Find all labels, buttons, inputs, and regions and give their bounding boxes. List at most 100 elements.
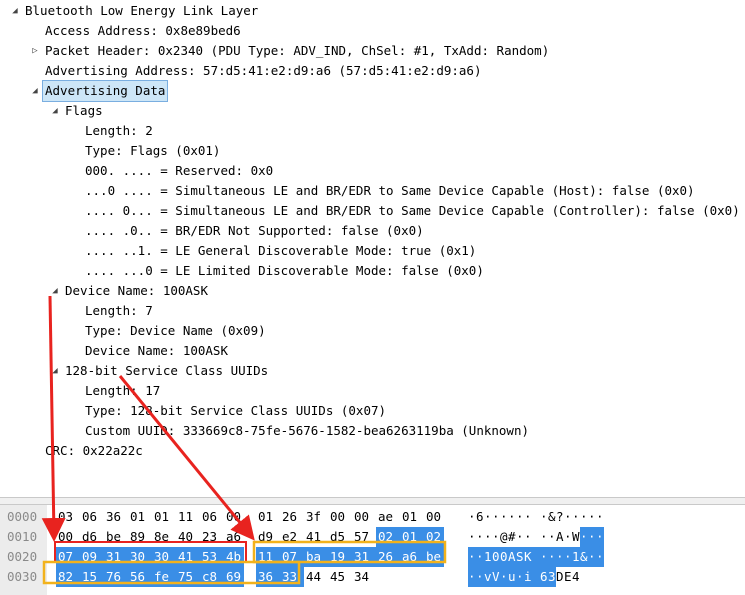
tree-row[interactable]: ◢ Device Name: 100ASK bbox=[0, 281, 745, 301]
hex-byte[interactable]: 4b bbox=[224, 547, 244, 567]
hex-byte[interactable]: 07 bbox=[280, 547, 304, 567]
ascii-char[interactable]: v bbox=[484, 567, 492, 587]
ascii-char[interactable]: 3 bbox=[548, 567, 556, 587]
hex-byte[interactable]: 11 bbox=[178, 507, 194, 527]
tree-row[interactable]: ◢ Flags bbox=[0, 101, 745, 121]
hex-byte[interactable]: 06 bbox=[202, 507, 218, 527]
expanded-toggle-icon[interactable]: ◢ bbox=[49, 101, 61, 121]
ascii-char[interactable]: 1 bbox=[572, 547, 580, 567]
ascii-char[interactable]: · bbox=[580, 507, 588, 527]
ascii-char[interactable]: · bbox=[596, 507, 604, 527]
hex-byte[interactable]: 23 bbox=[202, 527, 218, 547]
ascii-char[interactable]: E bbox=[564, 567, 572, 587]
ascii-char[interactable]: 6 bbox=[476, 507, 484, 527]
expanded-toggle-icon[interactable]: ◢ bbox=[49, 281, 61, 301]
ascii-char[interactable]: · bbox=[588, 547, 596, 567]
tree-row[interactable]: Length: 17 bbox=[0, 381, 745, 401]
tree-row[interactable]: Length: 2 bbox=[0, 121, 745, 141]
hex-byte[interactable]: be bbox=[106, 527, 122, 547]
hex-byte[interactable]: 41 bbox=[306, 527, 322, 547]
ascii-char[interactable]: · bbox=[548, 547, 556, 567]
ascii-char[interactable]: · bbox=[468, 547, 476, 567]
ascii-char[interactable]: · bbox=[596, 527, 604, 547]
hex-byte[interactable]: a6 bbox=[400, 547, 424, 567]
ascii-char[interactable]: · bbox=[500, 507, 508, 527]
tree-row[interactable]: Advertising Address: 57:d5:41:e2:d9:a6 (… bbox=[0, 61, 745, 81]
tree-row[interactable]: Type: Device Name (0x09) bbox=[0, 321, 745, 341]
tree-row[interactable]: .... .0.. = BR/EDR Not Supported: false … bbox=[0, 221, 745, 241]
tree-row[interactable]: .... ..1. = LE General Discoverable Mode… bbox=[0, 241, 745, 261]
ascii-char[interactable]: · bbox=[500, 567, 508, 587]
ascii-char[interactable]: · bbox=[476, 567, 484, 587]
ascii-char[interactable]: · bbox=[524, 507, 532, 527]
ascii-char[interactable]: · bbox=[548, 527, 556, 547]
hex-byte[interactable]: 30 bbox=[152, 547, 176, 567]
expanded-toggle-icon[interactable]: ◢ bbox=[9, 1, 21, 21]
hex-byte[interactable]: 82 bbox=[56, 567, 80, 587]
ascii-char[interactable]: 0 bbox=[492, 547, 500, 567]
hex-byte[interactable]: 03 bbox=[58, 507, 74, 527]
tree-row[interactable]: ▷ Packet Header: 0x2340 (PDU Type: ADV_IN… bbox=[0, 41, 745, 61]
ascii-char[interactable]: & bbox=[548, 507, 556, 527]
hex-byte[interactable]: ba bbox=[304, 547, 328, 567]
ascii-char[interactable]: · bbox=[556, 547, 564, 567]
hex-byte[interactable]: 69 bbox=[224, 567, 244, 587]
ascii-char[interactable]: A bbox=[556, 527, 564, 547]
packet-bytes-pane[interactable]: 0000 03 06 36 01 01 11 06 00 01 26 3f 00 00 ae 01 00 · 6 · ·… bbox=[0, 505, 745, 595]
ascii-char[interactable]: · bbox=[468, 507, 476, 527]
hex-byte[interactable]: 11 bbox=[256, 547, 280, 567]
hex-byte[interactable]: 31 bbox=[352, 547, 376, 567]
tree-row[interactable]: Type: Flags (0x01) bbox=[0, 141, 745, 161]
hex-byte[interactable]: 19 bbox=[328, 547, 352, 567]
hex-byte[interactable]: 00 bbox=[226, 507, 242, 527]
ascii-char[interactable]: @ bbox=[500, 527, 508, 547]
hex-byte[interactable]: 00 bbox=[330, 507, 346, 527]
hex-byte[interactable]: 36 bbox=[106, 507, 122, 527]
hex-byte[interactable]: e2 bbox=[282, 527, 298, 547]
ascii-char[interactable]: · bbox=[484, 527, 492, 547]
ascii-char[interactable]: 0 bbox=[500, 547, 508, 567]
hex-byte[interactable]: 8e bbox=[154, 527, 170, 547]
ascii-char[interactable]: V bbox=[492, 567, 500, 587]
hex-byte[interactable]: d9 bbox=[258, 527, 274, 547]
tree-row[interactable]: .... 0... = Simultaneous LE and BR/EDR t… bbox=[0, 201, 745, 221]
hex-byte[interactable]: 33 bbox=[280, 567, 304, 587]
tree-row[interactable]: ◢ Advertising Data bbox=[0, 80, 745, 102]
collapsed-toggle-icon[interactable]: ▷ bbox=[29, 41, 41, 61]
tree-row[interactable]: Access Address: 0x8e89bed6 bbox=[0, 21, 745, 41]
hex-byte[interactable]: 01 bbox=[258, 507, 274, 527]
hex-byte[interactable]: 01 bbox=[402, 507, 418, 527]
ascii-char[interactable]: · bbox=[540, 527, 548, 547]
ascii-char[interactable]: · bbox=[516, 527, 524, 547]
hex-byte[interactable]: 02 bbox=[376, 527, 400, 547]
hex-byte[interactable]: 00 bbox=[58, 527, 74, 547]
ascii-char[interactable]: · bbox=[516, 507, 524, 527]
hex-byte[interactable]: 01 bbox=[400, 527, 424, 547]
hex-byte[interactable]: 75 bbox=[176, 567, 200, 587]
ascii-char[interactable]: · bbox=[564, 547, 572, 567]
ascii-char[interactable]: S bbox=[516, 547, 524, 567]
ascii-char[interactable]: # bbox=[508, 527, 516, 547]
hex-byte[interactable]: 26 bbox=[282, 507, 298, 527]
hex-byte[interactable]: d5 bbox=[330, 527, 346, 547]
ascii-char[interactable]: · bbox=[468, 567, 476, 587]
hex-byte[interactable]: 89 bbox=[130, 527, 146, 547]
ascii-char[interactable]: · bbox=[508, 507, 516, 527]
hex-byte[interactable]: 40 bbox=[178, 527, 194, 547]
hex-byte[interactable]: 26 bbox=[376, 547, 400, 567]
tree-row[interactable]: Type: 128-bit Service Class UUIDs (0x07) bbox=[0, 401, 745, 421]
ascii-char[interactable]: · bbox=[484, 507, 492, 527]
hex-byte[interactable]: d6 bbox=[82, 527, 98, 547]
ascii-char[interactable]: · bbox=[596, 547, 604, 567]
hex-byte[interactable]: 30 bbox=[128, 547, 152, 567]
hex-byte[interactable]: 41 bbox=[176, 547, 200, 567]
tree-row[interactable]: ...0 .... = Simultaneous LE and BR/EDR t… bbox=[0, 181, 745, 201]
hex-byte[interactable]: 07 bbox=[56, 547, 80, 567]
ascii-char[interactable]: · bbox=[588, 507, 596, 527]
ascii-char[interactable]: · bbox=[516, 567, 524, 587]
hex-byte[interactable]: 00 bbox=[426, 507, 442, 527]
hex-byte[interactable]: 00 bbox=[354, 507, 370, 527]
hex-byte[interactable]: 31 bbox=[104, 547, 128, 567]
ascii-char[interactable]: i bbox=[524, 567, 540, 587]
ascii-char[interactable]: W bbox=[572, 527, 580, 547]
